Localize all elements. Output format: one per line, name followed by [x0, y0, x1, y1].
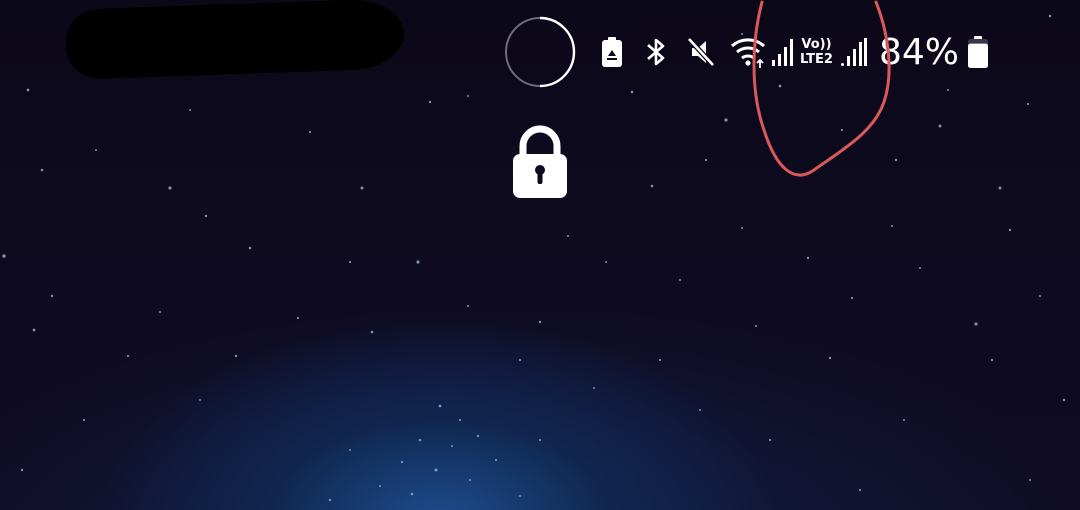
- mute-icon: [686, 36, 716, 68]
- battery-icon: [967, 36, 989, 68]
- redacted-area: [64, 0, 406, 80]
- lock-screen: Vo)) LTE2 84%: [0, 0, 1080, 510]
- loading-ring-icon: [505, 16, 576, 88]
- bluetooth-icon: [642, 36, 670, 68]
- red-circle-annotation: [752, 0, 891, 177]
- battery-saver-icon: [598, 36, 626, 68]
- padlock-icon: [513, 125, 567, 198]
